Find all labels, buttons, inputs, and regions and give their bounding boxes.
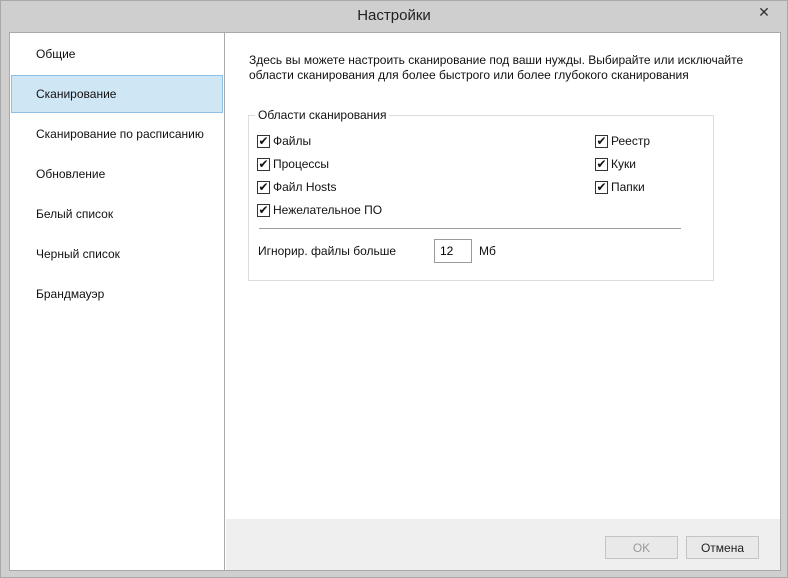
- sidebar-item-label: Обновление: [36, 167, 106, 181]
- checkbox-processes[interactable]: ✔ Процессы: [257, 156, 329, 172]
- sidebar-item-label: Общие: [36, 47, 76, 61]
- checkbox-label: Процессы: [273, 157, 330, 171]
- checkbox-label: Куки: [611, 157, 636, 171]
- window-title: Настройки: [357, 7, 431, 24]
- sidebar-item-label: Брандмауэр: [36, 287, 105, 301]
- divider: [259, 228, 681, 229]
- checkbox-folders[interactable]: ✔ Папки: [595, 179, 645, 195]
- checkmark-icon: ✔: [595, 134, 608, 148]
- sidebar-item-scanning[interactable]: Сканирование: [11, 75, 223, 113]
- checkmark-icon: ✔: [257, 180, 270, 194]
- sidebar-item-blacklist[interactable]: Черный список: [11, 235, 223, 273]
- cancel-button[interactable]: Отмена: [686, 536, 759, 559]
- checkmark-icon: ✔: [595, 157, 608, 171]
- sidebar-item-label: Сканирование по расписанию: [36, 127, 204, 141]
- checkbox-pup[interactable]: ✔ Нежелательное ПО: [257, 202, 382, 218]
- close-icon: ✕: [758, 3, 770, 20]
- sidebar-item-general[interactable]: Общие: [11, 35, 223, 73]
- checkmark-icon: ✔: [257, 203, 270, 217]
- checkbox-hosts-file[interactable]: ✔ Файл Hosts: [257, 179, 337, 195]
- scan-areas-legend: Области сканирования: [255, 108, 390, 122]
- sidebar-item-scheduled-scan[interactable]: Сканирование по расписанию: [11, 115, 223, 153]
- scan-settings-panel: Здесь вы можете настроить сканирование п…: [226, 33, 780, 519]
- sidebar-item-update[interactable]: Обновление: [11, 155, 223, 193]
- checkbox-label: Реестр: [611, 134, 650, 148]
- sidebar: Общие Сканирование Сканирование по распи…: [10, 33, 225, 570]
- title-bar: Настройки ✕: [1, 1, 787, 32]
- sidebar-item-label: Черный список: [36, 247, 120, 261]
- checkbox-files[interactable]: ✔ Файлы: [257, 133, 311, 149]
- sidebar-item-label: Сканирование: [36, 87, 117, 101]
- checkbox-cookies[interactable]: ✔ Куки: [595, 156, 636, 172]
- sidebar-item-whitelist[interactable]: Белый список: [11, 195, 223, 233]
- dialog-footer: OK Отмена: [226, 519, 780, 570]
- description-line-1: Здесь вы можете настроить сканирование п…: [249, 53, 744, 67]
- checkmark-icon: ✔: [257, 134, 270, 148]
- ignore-size-input[interactable]: [434, 239, 472, 263]
- close-button[interactable]: ✕: [747, 2, 781, 22]
- scan-areas-group: Области сканирования ✔ Файлы ✔ Процессы …: [248, 108, 714, 281]
- settings-window: Настройки ✕ Общие Сканирование Сканирова…: [0, 0, 788, 578]
- checkbox-registry[interactable]: ✔ Реестр: [595, 133, 650, 149]
- client-area: Общие Сканирование Сканирование по распи…: [9, 32, 781, 571]
- description: Здесь вы можете настроить сканирование п…: [249, 53, 769, 83]
- ok-button[interactable]: OK: [605, 536, 678, 559]
- checkbox-label: Файлы: [273, 134, 312, 148]
- checkbox-label: Нежелательное ПО: [273, 203, 383, 217]
- description-line-2: области сканирования для более быстрого …: [249, 68, 689, 82]
- checkbox-label: Файл Hosts: [273, 180, 337, 194]
- ignore-size-label: Игнорир. файлы больше: [258, 244, 397, 258]
- checkmark-icon: ✔: [257, 157, 270, 171]
- checkbox-label: Папки: [611, 180, 645, 194]
- sidebar-item-firewall[interactable]: Брандмауэр: [11, 275, 223, 313]
- sidebar-item-label: Белый список: [36, 207, 114, 221]
- checkmark-icon: ✔: [595, 180, 608, 194]
- size-unit-label: Мб: [479, 244, 496, 258]
